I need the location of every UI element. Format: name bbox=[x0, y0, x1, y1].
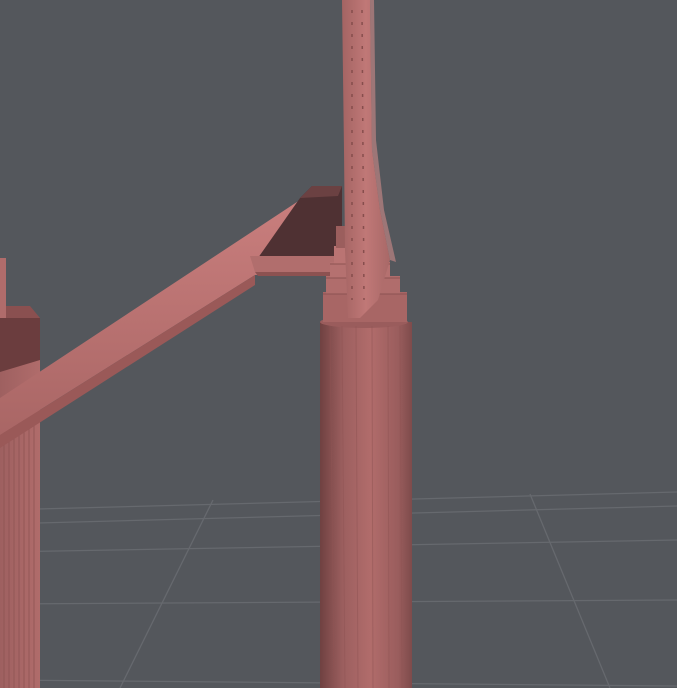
3d-viewport[interactable] bbox=[0, 0, 677, 688]
main-column[interactable] bbox=[320, 316, 412, 688]
diagonal-beam[interactable] bbox=[0, 186, 345, 448]
left-column[interactable] bbox=[0, 258, 40, 688]
viewport-scene[interactable] bbox=[0, 0, 677, 688]
